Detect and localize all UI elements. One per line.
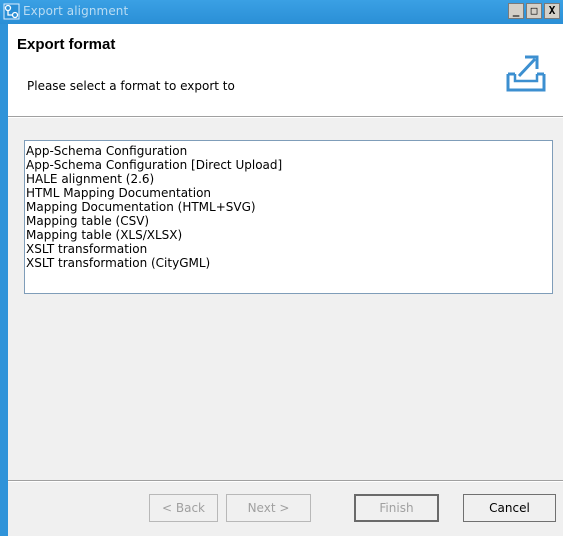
list-item[interactable]: HALE alignment (2.6) [25, 172, 552, 186]
page-description: Please select a format to export to [27, 79, 235, 93]
minimize-button[interactable]: _ [508, 3, 524, 19]
export-tray-icon [506, 55, 546, 92]
cancel-button[interactable]: Cancel [463, 494, 556, 522]
maximize-button[interactable]: □ [526, 3, 542, 19]
header-separator [8, 116, 563, 118]
footer-separator [8, 480, 563, 482]
page-title: Export format [17, 36, 116, 53]
list-item[interactable]: XSLT transformation (CityGML) [25, 256, 552, 270]
back-button[interactable]: < Back [149, 494, 218, 522]
list-item[interactable]: Mapping table (XLS/XLSX) [25, 228, 552, 242]
list-item[interactable]: XSLT transformation [25, 242, 552, 256]
export-alignment-window: Export alignment _ □ X Export format Ple… [0, 0, 563, 536]
list-item[interactable]: App-Schema Configuration [Direct Upload] [25, 158, 552, 172]
close-button[interactable]: X [544, 3, 560, 19]
title-bar[interactable]: Export alignment _ □ X [0, 0, 563, 24]
list-item[interactable]: App-Schema Configuration [25, 144, 552, 158]
list-item[interactable]: Mapping table (CSV) [25, 214, 552, 228]
wizard-header: Export format Please select a format to … [8, 24, 563, 116]
next-button[interactable]: Next > [226, 494, 311, 522]
list-item[interactable]: Mapping Documentation (HTML+SVG) [25, 200, 552, 214]
window-title: Export alignment [23, 4, 129, 18]
app-icon [3, 3, 20, 20]
format-list[interactable]: App-Schema Configuration App-Schema Conf… [24, 140, 553, 294]
finish-button[interactable]: Finish [354, 494, 439, 522]
dialog-client-area: Export format Please select a format to … [8, 24, 563, 536]
list-item[interactable]: HTML Mapping Documentation [25, 186, 552, 200]
